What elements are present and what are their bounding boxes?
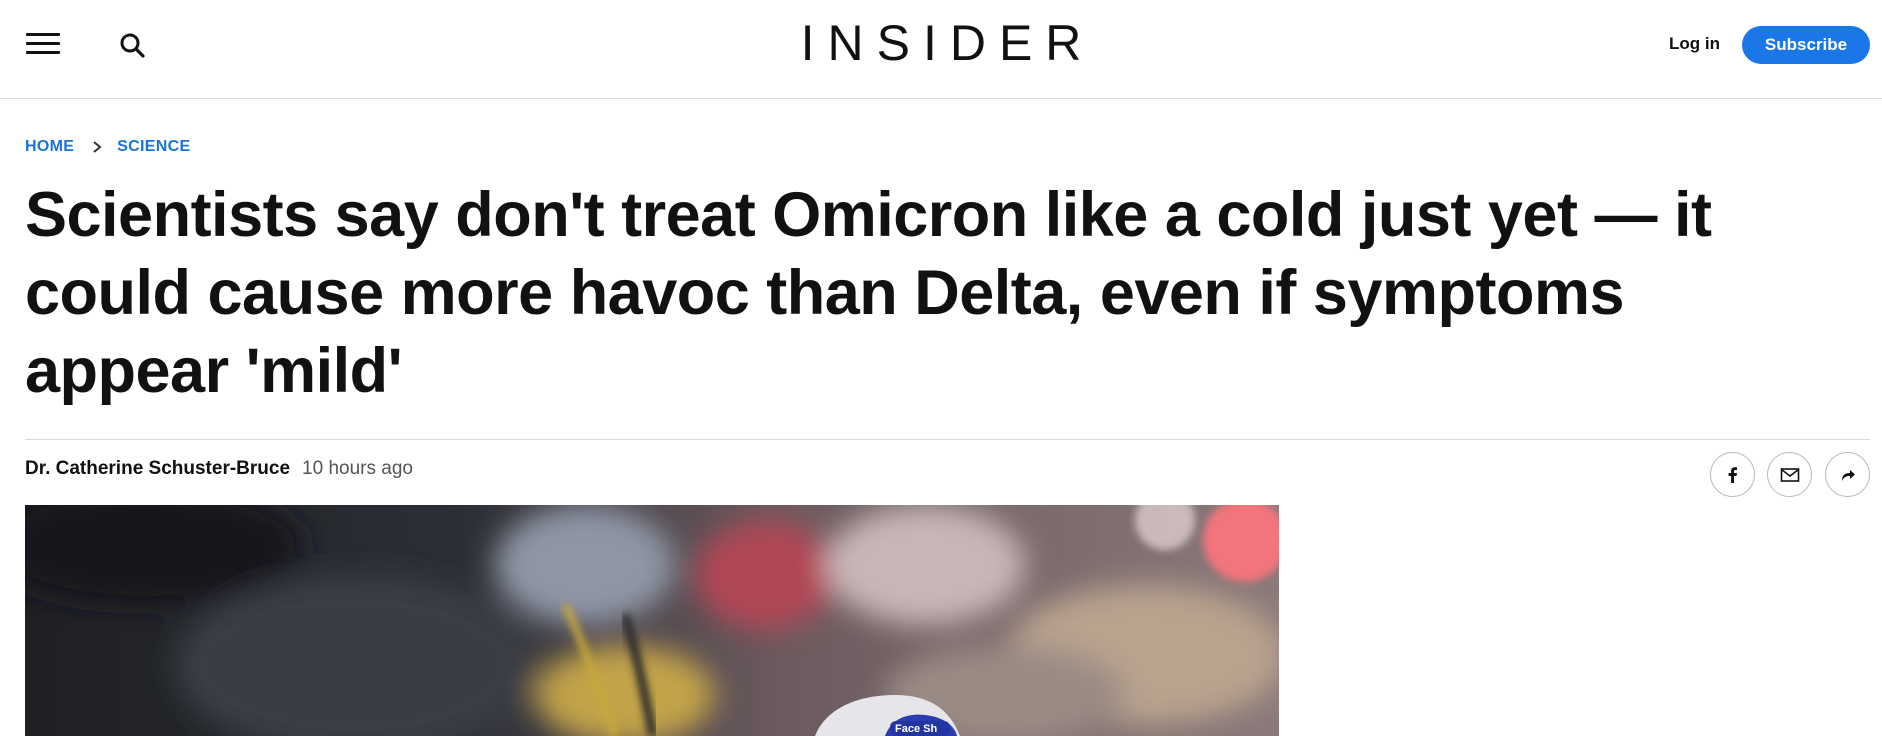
facebook-share-button[interactable] <box>1710 452 1755 497</box>
email-share-button[interactable] <box>1767 452 1812 497</box>
breadcrumb-science[interactable]: SCIENCE <box>117 138 190 156</box>
article-headline: Scientists say don't treat Omicron like … <box>25 180 1712 406</box>
breadcrumb-home[interactable]: HOME <box>25 138 74 156</box>
hero-image-text: Face Sh <box>895 723 937 735</box>
hero-image: Face Sh <box>25 505 1279 736</box>
menu-line <box>26 51 60 54</box>
chevron-right-icon <box>90 140 104 154</box>
menu-icon[interactable] <box>26 31 62 57</box>
email-icon <box>1780 467 1799 482</box>
menu-line <box>26 42 60 45</box>
forward-share-button[interactable] <box>1825 452 1870 497</box>
divider <box>25 439 1870 440</box>
author-name[interactable]: Dr. Catherine Schuster-Bruce <box>25 458 290 480</box>
breadcrumb: HOME SCIENCE <box>25 138 190 156</box>
share-forward-icon <box>1841 469 1855 481</box>
subscribe-button[interactable]: Subscribe <box>1742 26 1870 64</box>
facebook-icon <box>1728 466 1737 483</box>
site-header: INSIDER Log in Subscribe <box>0 0 1882 99</box>
login-link[interactable]: Log in <box>1669 34 1720 54</box>
publish-time: 10 hours ago <box>302 458 413 479</box>
menu-line <box>26 33 60 36</box>
site-logo[interactable]: INSIDER <box>801 15 1095 71</box>
search-icon[interactable] <box>118 31 148 61</box>
byline: Dr. Catherine Schuster-Bruce 10 hours ag… <box>25 458 413 480</box>
